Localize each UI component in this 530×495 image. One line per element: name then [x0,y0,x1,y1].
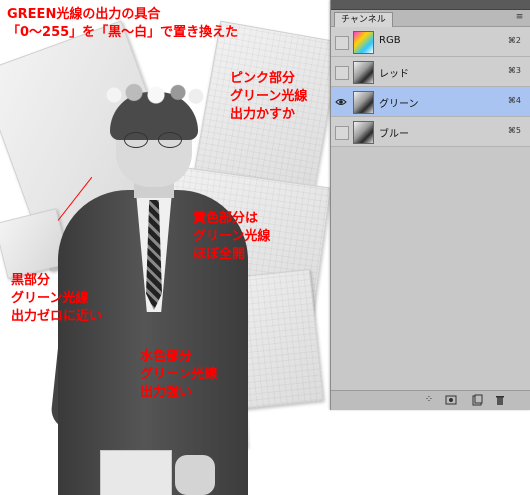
flower-wreath [104,82,204,108]
box [100,450,172,495]
eye-icon[interactable] [335,96,347,108]
channel-shortcut: ⌘4 [507,96,521,105]
new-channel-icon[interactable] [471,394,483,406]
channel-shortcut: ⌘3 [507,66,521,75]
channel-name: RGB [379,35,401,46]
panel-title-strip[interactable] [331,0,530,10]
black-line-3: 出力ゼロに近い [11,309,103,324]
channel-thumbnail [353,91,374,114]
photo-canvas: GREEN光線の出力の具合 「0～255」を「黒～白」で置き換えた ピンク部分 … [0,0,330,495]
channel-name: グリーン [379,99,419,110]
glasses [124,132,184,148]
channel-row-red[interactable]: レッド ⌘3 [331,57,530,87]
channel-name: ブルー [379,129,409,140]
black-line-2: グリーン光線 [11,291,89,306]
channel-thumbnail [353,61,374,84]
yellow-line-1: 黄色部分は [193,211,259,226]
annotation-yellow: 黄色部分は グリーン光線 ほぼ全開 [193,210,270,264]
panel-tab-bar: チャンネル ≡ [331,10,530,27]
delete-channel-icon[interactable] [494,394,506,406]
annotation-pink: ピンク部分 グリーン光線 出力かすか [230,70,307,124]
channel-list: RGB ⌘2 レッド ⌘3 グリーン ⌘4 ブルー ⌘5 [331,27,530,147]
annotation-black: 黒部分 グリーン光線 出力ゼロに近い [11,272,102,326]
cyan-line-3: 出力強い [140,385,193,400]
yellow-line-2: グリーン光線 [193,229,271,244]
tab-channels[interactable]: チャンネル [334,12,393,27]
yellow-line-3: ほぼ全開 [193,247,246,262]
pink-line-3: 出力かすか [230,107,296,122]
black-line-1: 黒部分 [11,273,51,288]
load-selection-icon[interactable]: ⁘ [423,394,435,406]
pink-line-2: グリーン光線 [230,89,308,104]
visibility-toggle[interactable] [335,126,349,140]
cyan-line-1: 水色部分 [140,349,193,364]
channels-panel: チャンネル ≡ RGB ⌘2 レッド ⌘3 グリーン ⌘4 ブルー ⌘5 ⁘ [330,0,530,410]
channel-thumbnail [353,31,374,54]
annotation-title: GREEN光線の出力の具合 「0～255」を「黒～白」で置き換えた [7,6,238,42]
visibility-toggle[interactable] [335,66,349,80]
visibility-toggle[interactable] [335,36,349,50]
cyan-line-2: グリーン光線 [140,367,218,382]
person-hand [175,455,215,495]
save-selection-icon[interactable] [445,394,457,406]
annotation-cyan: 水色部分 グリーン光線 出力強い [140,348,217,402]
panel-bottom-bar: ⁘ [331,390,530,410]
channel-row-rgb[interactable]: RGB ⌘2 [331,27,530,57]
channel-row-blue[interactable]: ブルー ⌘5 [331,117,530,147]
channel-shortcut: ⌘2 [507,36,521,45]
channel-thumbnail [353,121,374,144]
channel-row-green[interactable]: グリーン ⌘4 [331,87,530,117]
title-line-2: 「0～255」を「黒～白」で置き換えた [7,25,239,40]
title-line-1: GREEN光線の出力の具合 [7,7,161,22]
pink-line-1: ピンク部分 [230,71,296,86]
channel-name: レッド [379,69,409,80]
channel-shortcut: ⌘5 [507,126,521,135]
panel-menu-icon[interactable]: ≡ [514,13,525,22]
